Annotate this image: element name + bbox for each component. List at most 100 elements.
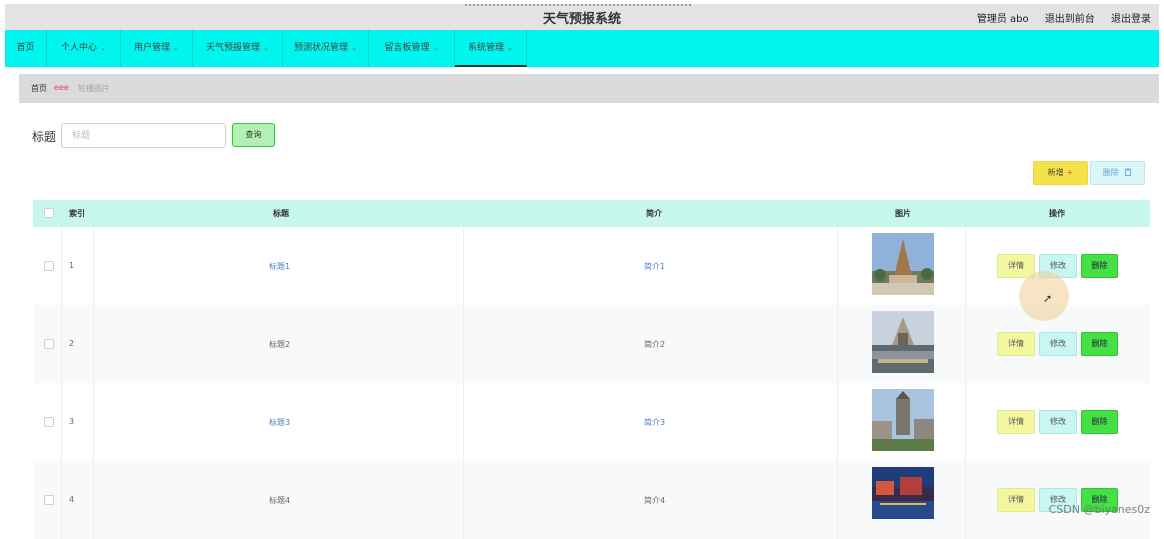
- add-button[interactable]: 新增+: [1033, 161, 1088, 185]
- nav-item-forecast[interactable]: 天气预报管理⌄: [193, 30, 283, 67]
- nav-item-label: 个人中心: [61, 43, 97, 53]
- breadcrumb-separator: eee: [54, 83, 69, 92]
- nav-item-messages[interactable]: 留言板管理⌄: [369, 30, 455, 67]
- row-intro[interactable]: 简介4: [644, 495, 665, 506]
- remove-button[interactable]: 删除: [1081, 332, 1118, 356]
- row-index: 4: [69, 495, 74, 504]
- delete-button-label: 删除: [1103, 168, 1119, 177]
- row-image-night[interactable]: [872, 467, 934, 519]
- column-header-intro[interactable]: 简介: [646, 200, 662, 227]
- nav-item-personal[interactable]: 个人中心⌄: [47, 30, 121, 67]
- nav-item-prediction[interactable]: 预测状况管理⌄: [283, 30, 369, 67]
- to-front-link[interactable]: 退出到前台: [1045, 14, 1095, 25]
- row-image-monument[interactable]: [872, 311, 934, 373]
- row-index: 1: [69, 261, 74, 270]
- row-intro[interactable]: 简介1: [644, 261, 665, 272]
- remove-button[interactable]: 删除: [1081, 254, 1118, 278]
- nav-item-home[interactable]: 首页: [5, 30, 47, 67]
- data-table: 索引 标题 简介 图片 操作 1 标题1 简介1 详情 修改 删除 2 标题2 …: [33, 200, 1150, 539]
- column-divider: [463, 461, 464, 539]
- mouse-cursor-icon: ➚: [1043, 292, 1052, 305]
- column-header-action: 操作: [1049, 200, 1065, 227]
- breadcrumb: 首页 eee 轮播图片: [19, 74, 1159, 103]
- chevron-down-icon: ⌄: [263, 44, 269, 52]
- row-checkbox[interactable]: [44, 417, 54, 427]
- column-divider: [61, 383, 62, 461]
- main-nav: 首页 个人中心⌄ 用户管理⌄ 天气预报管理⌄ 预测状况管理⌄ 留言板管理⌄ 系统…: [5, 30, 1159, 67]
- row-title[interactable]: 标题2: [269, 339, 290, 350]
- row-checkbox[interactable]: [44, 261, 54, 271]
- column-divider: [61, 461, 62, 539]
- column-divider: [61, 227, 62, 305]
- column-divider: [93, 227, 94, 305]
- nav-item-label: 天气预报管理: [206, 43, 260, 53]
- row-title[interactable]: 标题4: [269, 495, 290, 506]
- chevron-down-icon: ⌄: [507, 44, 513, 52]
- nav-item-users[interactable]: 用户管理⌄: [121, 30, 193, 67]
- top-header: 天气预报系统 管理员 abo 退出到前台 退出登录: [5, 4, 1159, 30]
- column-divider: [837, 461, 838, 539]
- row-title[interactable]: 标题3: [269, 417, 290, 428]
- logout-link[interactable]: 退出登录: [1111, 14, 1151, 25]
- column-divider: [93, 305, 94, 383]
- row-checkbox[interactable]: [44, 339, 54, 349]
- column-divider: [965, 305, 966, 383]
- column-divider: [965, 461, 966, 539]
- column-header-title[interactable]: 标题: [273, 200, 289, 227]
- row-image-city[interactable]: [872, 389, 934, 451]
- user-label: 管理员 abo: [977, 14, 1029, 25]
- row-title[interactable]: 标题1: [269, 261, 290, 272]
- nav-item-label: 首页: [16, 43, 34, 53]
- chevron-down-icon: ⌄: [351, 44, 357, 52]
- plus-icon: +: [1067, 168, 1074, 177]
- row-intro[interactable]: 简介3: [644, 417, 665, 428]
- column-divider: [61, 305, 62, 383]
- nav-item-label: 预测状况管理: [294, 43, 348, 53]
- row-index: 3: [69, 417, 74, 426]
- column-divider: [965, 227, 966, 305]
- add-button-label: 新增: [1048, 168, 1064, 177]
- column-divider: [837, 227, 838, 305]
- table-row: 1 标题1 简介1 详情 修改 删除: [33, 227, 1150, 305]
- table-row: 2 标题2 简介2 详情 修改 删除: [33, 305, 1150, 383]
- search-button[interactable]: 查询: [232, 123, 275, 147]
- nav-item-label: 留言板管理: [385, 43, 430, 53]
- row-image-temple[interactable]: [872, 233, 934, 295]
- column-divider: [965, 383, 966, 461]
- column-divider: [463, 383, 464, 461]
- breadcrumb-current: 轮播图片: [78, 83, 110, 94]
- table-row: 4 标题4 简介4 详情 修改 删除: [33, 461, 1150, 539]
- row-checkbox[interactable]: [44, 495, 54, 505]
- detail-button[interactable]: 详情: [997, 410, 1035, 434]
- trash-icon: [1124, 168, 1132, 176]
- nav-item-system[interactable]: 系统管理⌄: [455, 30, 527, 67]
- row-intro[interactable]: 简介2: [644, 339, 665, 350]
- breadcrumb-home[interactable]: 首页: [31, 83, 47, 94]
- column-divider: [837, 383, 838, 461]
- nav-item-label: 用户管理: [134, 43, 170, 53]
- delete-button[interactable]: 删除: [1090, 161, 1145, 185]
- window-drag-indicator: [465, 4, 691, 7]
- table-header: 索引 标题 简介 图片 操作: [33, 200, 1150, 227]
- header-actions: 管理员 abo 退出到前台 退出登录: [964, 10, 1151, 25]
- detail-button[interactable]: 详情: [997, 488, 1035, 512]
- table-row: 3 标题3 简介3 详情 修改 删除: [33, 383, 1150, 461]
- column-divider: [463, 305, 464, 383]
- column-divider: [93, 383, 94, 461]
- edit-button[interactable]: 修改: [1039, 332, 1077, 356]
- nav-item-label: 系统管理: [468, 43, 504, 53]
- column-header-index[interactable]: 索引: [69, 200, 85, 227]
- chevron-down-icon: ⌄: [100, 44, 106, 52]
- chevron-down-icon: ⌄: [173, 44, 179, 52]
- detail-button[interactable]: 详情: [997, 332, 1035, 356]
- select-all-checkbox[interactable]: [44, 208, 54, 218]
- column-header-image: 图片: [895, 200, 911, 227]
- column-divider: [837, 305, 838, 383]
- search-label: 标题: [32, 128, 56, 145]
- edit-button[interactable]: 修改: [1039, 410, 1077, 434]
- search-input[interactable]: [61, 123, 226, 148]
- column-divider: [463, 227, 464, 305]
- column-divider: [93, 461, 94, 539]
- remove-button[interactable]: 删除: [1081, 410, 1118, 434]
- watermark: CSDN @biyanes0z: [1049, 503, 1150, 516]
